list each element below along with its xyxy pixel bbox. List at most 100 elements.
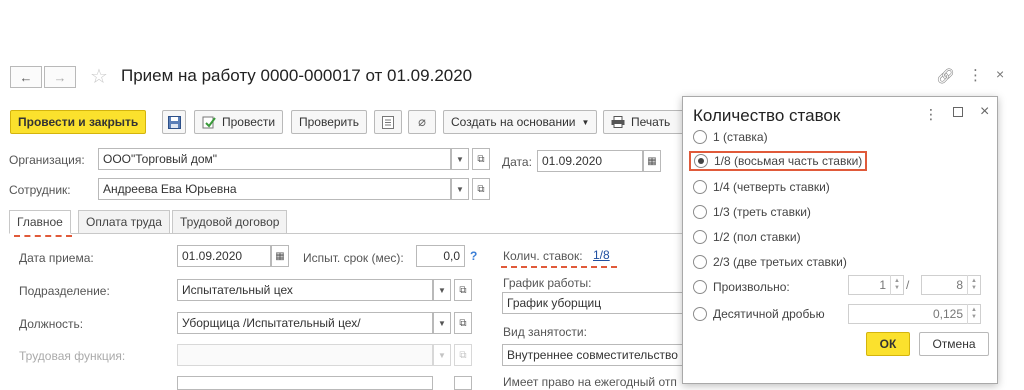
tab-pay[interactable]: Оплата труда	[78, 210, 170, 234]
link-icon[interactable]: 🔗︎	[936, 67, 955, 85]
post-icon	[202, 116, 216, 128]
department-field[interactable]: Испытательный цех	[177, 279, 433, 301]
open-icon: ⧉	[459, 317, 467, 329]
rate-count-highlight-underline	[501, 266, 617, 268]
chevron-down-icon: ▼	[438, 285, 446, 295]
job-function-dropdown: ▼	[433, 344, 451, 366]
hire-date-label: Дата приема:	[19, 251, 94, 265]
trial-field[interactable]: 0,0	[416, 245, 465, 267]
numerator-field[interactable]: 1 ▲ ▼	[848, 275, 904, 295]
department-dropdown[interactable]: ▼	[433, 279, 451, 301]
popup-maximize-icon[interactable]	[953, 107, 963, 117]
department-open-button[interactable]: ⧉	[454, 279, 472, 301]
radio-icon	[693, 205, 707, 219]
date-label: Дата:	[502, 155, 532, 169]
organization-field[interactable]: ООО"Торговый дом"	[98, 148, 451, 170]
trial-label: Испыт. срок (мес):	[303, 251, 404, 265]
decimal-field[interactable]: 0,125 ▲ ▼	[848, 304, 981, 324]
rate-count-label: Колич. ставок:	[503, 249, 583, 263]
rate-option-1-2[interactable]: 1/2 (пол ставки)	[693, 228, 801, 246]
popup-close-icon[interactable]: ×	[980, 103, 989, 121]
rate-count-popup: Количество ставок ⋮ × 1 (ставка) 1/8 (во…	[682, 96, 998, 384]
date-field[interactable]: 01.09.2020	[537, 150, 643, 172]
date-calendar-button[interactable]: ▦	[643, 150, 661, 172]
employee-dropdown[interactable]: ▼	[451, 178, 469, 200]
printer-icon	[611, 116, 625, 128]
forward-button[interactable]: →	[44, 66, 76, 88]
calendar-icon: ▦	[647, 155, 657, 167]
radio-icon	[693, 255, 707, 269]
post-button[interactable]: Провести	[194, 110, 284, 134]
employment-type-field[interactable]: Внутреннее совместительство	[502, 344, 684, 366]
chevron-down-icon: ▼	[456, 184, 464, 194]
rate-option-1-3[interactable]: 1/3 (треть ставки)	[693, 203, 811, 221]
hire-date-calendar-button[interactable]: ▦	[271, 245, 289, 267]
denominator-field[interactable]: 8 ▲ ▼	[921, 275, 981, 295]
spin-arrows-icon[interactable]: ▲ ▼	[890, 275, 903, 295]
department-label: Подразделение:	[19, 284, 110, 298]
schedule-label: График работы:	[503, 276, 592, 290]
radio-icon	[693, 280, 707, 294]
open-icon: ⧉	[477, 153, 485, 165]
job-function-field	[177, 344, 433, 366]
radio-checked-icon	[694, 154, 708, 168]
page-title: Прием на работу 0000-000017 от 01.09.202…	[121, 66, 473, 85]
radio-icon	[693, 130, 707, 144]
spin-arrows-icon[interactable]: ▲ ▼	[967, 304, 980, 324]
radio-icon	[693, 230, 707, 244]
position-open-button[interactable]: ⧉	[454, 312, 472, 334]
check-button[interactable]: Проверить	[291, 110, 368, 134]
open-icon: ⧉	[459, 349, 467, 361]
employee-label: Сотрудник:	[9, 183, 71, 197]
employee-open-button[interactable]: ⧉	[472, 178, 490, 200]
more-menu-icon[interactable]: ⋮	[968, 66, 983, 84]
ok-button[interactable]: ОК	[866, 332, 910, 356]
position-label: Должность:	[19, 317, 84, 331]
tab-main[interactable]: Главное	[9, 210, 71, 234]
open-icon: ⧉	[477, 183, 485, 195]
job-function-label: Трудовая функция:	[19, 349, 126, 363]
cancel-button[interactable]: Отмена	[919, 332, 989, 356]
help-icon[interactable]: ?	[470, 249, 477, 263]
rate-count-link[interactable]: 1/8	[593, 248, 610, 262]
rate-option-1[interactable]: 1 (ставка)	[693, 128, 768, 146]
organization-dropdown[interactable]: ▼	[451, 148, 469, 170]
rate-option-decimal[interactable]: Десятичной дробью	[693, 305, 825, 323]
rate-option-2-3[interactable]: 2/3 (две третьих ставки)	[693, 253, 847, 271]
radio-icon	[693, 307, 707, 321]
attach-button[interactable]: ⌀	[408, 110, 436, 134]
spin-arrows-icon[interactable]: ▲ ▼	[967, 275, 980, 295]
post-and-close-button[interactable]: Провести и закрыть	[10, 110, 147, 134]
close-icon[interactable]: ×	[996, 66, 1004, 82]
popup-title: Количество ставок	[693, 106, 841, 125]
organization-open-button[interactable]: ⧉	[472, 148, 490, 170]
radio-icon	[693, 180, 707, 194]
list-button[interactable]	[374, 110, 402, 134]
chevron-down-icon: ▼	[581, 117, 590, 127]
popup-more-icon[interactable]: ⋮	[924, 106, 938, 123]
rate-option-arbitrary[interactable]: Произвольно:	[693, 278, 790, 296]
tab-contract[interactable]: Трудовой договор	[172, 210, 288, 234]
schedule-field[interactable]: График уборщиц	[502, 292, 684, 314]
position-dropdown[interactable]: ▼	[433, 312, 451, 334]
chevron-down-icon: ▼	[438, 350, 446, 360]
fraction-slash: /	[906, 278, 910, 292]
save-button[interactable]	[162, 110, 186, 134]
list-icon	[382, 115, 394, 129]
chevron-down-icon: ▼	[456, 154, 464, 164]
partial-field[interactable]	[177, 376, 433, 390]
star-icon[interactable]: ☆	[90, 64, 108, 89]
calendar-icon: ▦	[275, 250, 285, 262]
create-based-on-button[interactable]: Создать на основании ▼	[443, 110, 598, 134]
rate-option-1-4[interactable]: 1/4 (четверть ставки)	[693, 178, 830, 196]
hire-date-field[interactable]: 01.09.2020	[177, 245, 271, 267]
position-field[interactable]: Уборщица /Испытательный цех/	[177, 312, 433, 334]
job-function-open-button: ⧉	[454, 344, 472, 366]
employment-type-label: Вид занятости:	[503, 325, 587, 339]
back-button[interactable]: ←	[10, 66, 42, 88]
arrow-left-icon: ←	[19, 69, 33, 85]
employee-field[interactable]: Андреева Ева Юрьевна	[98, 178, 451, 200]
open-icon: ⧉	[459, 284, 467, 296]
rate-option-1-8[interactable]: 1/8 (восьмая часть ставки)	[689, 151, 868, 171]
partial-open-button[interactable]	[454, 376, 472, 390]
